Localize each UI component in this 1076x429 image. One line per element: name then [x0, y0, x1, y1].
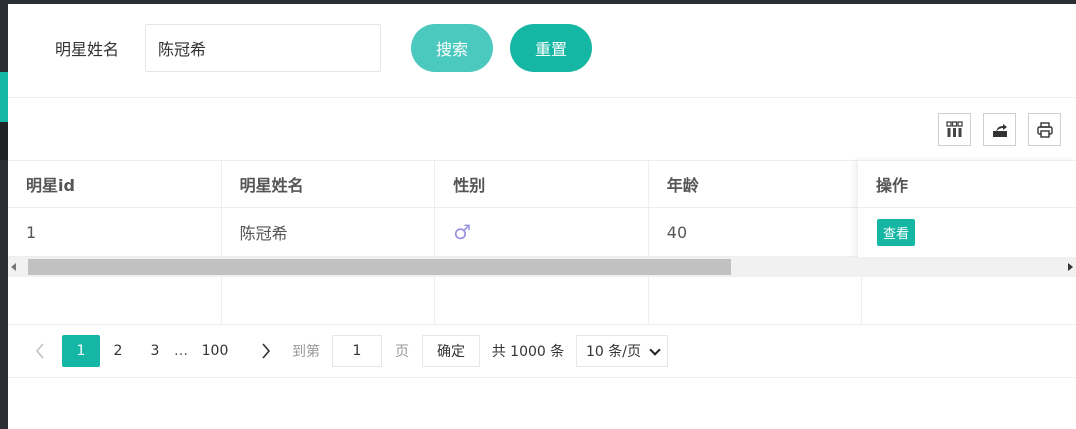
- filler-cell: [222, 277, 436, 324]
- scrollbar-thumb[interactable]: [28, 259, 731, 275]
- header-cell-id[interactable]: 明星id: [8, 161, 222, 207]
- chevron-right-icon: [262, 343, 271, 359]
- export-icon: [992, 123, 1007, 137]
- columns-icon: [946, 121, 963, 137]
- goto-confirm-button[interactable]: 确定: [422, 335, 480, 367]
- chevron-left-icon: [35, 343, 44, 359]
- pagination: 1 2 3 … 100 到第 页 确定 共 1000 条 10 条/页: [8, 335, 1076, 369]
- cell-action: 查看: [858, 208, 1076, 257]
- goto-label: 到第: [292, 344, 320, 360]
- page-button[interactable]: 2: [108, 335, 128, 367]
- prev-page-button[interactable]: [30, 335, 50, 367]
- male-icon: ♂: [453, 220, 472, 244]
- page-button-current[interactable]: 1: [62, 335, 100, 367]
- filler-cell: [649, 277, 863, 324]
- next-page-button[interactable]: [256, 335, 276, 367]
- header-cell-gender[interactable]: 性别: [435, 161, 649, 207]
- sidebar-active-indicator[interactable]: [0, 72, 8, 122]
- page-button[interactable]: 3: [145, 335, 165, 367]
- cell-id: 1: [8, 208, 222, 256]
- reset-button[interactable]: 重置: [510, 24, 592, 72]
- filler-cell: [435, 277, 649, 324]
- divider: [8, 97, 1076, 98]
- divider: [8, 377, 1076, 378]
- cell-gender: ♂: [435, 208, 649, 256]
- search-button[interactable]: 搜索: [411, 24, 493, 72]
- page-button-last[interactable]: 100: [200, 335, 230, 367]
- chevron-down-icon: [649, 344, 661, 356]
- cell-age: 40: [649, 208, 863, 256]
- scroll-left-icon[interactable]: [11, 263, 16, 271]
- page-size-select[interactable]: 10 条/页: [576, 335, 668, 367]
- export-button[interactable]: [983, 113, 1016, 146]
- print-icon: [1036, 121, 1053, 138]
- page-size-value: 10 条/页: [586, 344, 641, 360]
- print-button[interactable]: [1028, 113, 1061, 146]
- cell-name: 陈冠希: [222, 208, 436, 256]
- table-filler-row: [8, 277, 1076, 325]
- page-unit-label: 页: [395, 344, 409, 360]
- total-count: 共 1000 条: [491, 344, 565, 360]
- main-panel: 明星姓名 搜索 重置 明星id 明星姓名 性别 年龄: [8, 4, 1076, 429]
- sidebar-item[interactable]: [0, 122, 8, 160]
- header-cell-action: 操作: [858, 160, 1076, 208]
- header-cell-age[interactable]: 年龄: [649, 161, 863, 207]
- header-cell-name[interactable]: 明星姓名: [222, 161, 436, 207]
- filler-cell: [8, 277, 222, 324]
- sidebar-strip: [0, 0, 8, 429]
- search-label: 明星姓名: [55, 40, 120, 59]
- horizontal-scrollbar[interactable]: [8, 257, 1076, 277]
- scroll-right-icon[interactable]: [1068, 263, 1073, 271]
- goto-page-input[interactable]: [332, 335, 382, 367]
- search-input[interactable]: [145, 24, 381, 72]
- filter-columns-button[interactable]: [938, 113, 971, 146]
- view-button[interactable]: 查看: [877, 219, 916, 246]
- page-ellipsis: …: [174, 343, 188, 359]
- filler-cell: [862, 277, 1076, 324]
- fixed-action-column: 操作 查看: [857, 160, 1076, 257]
